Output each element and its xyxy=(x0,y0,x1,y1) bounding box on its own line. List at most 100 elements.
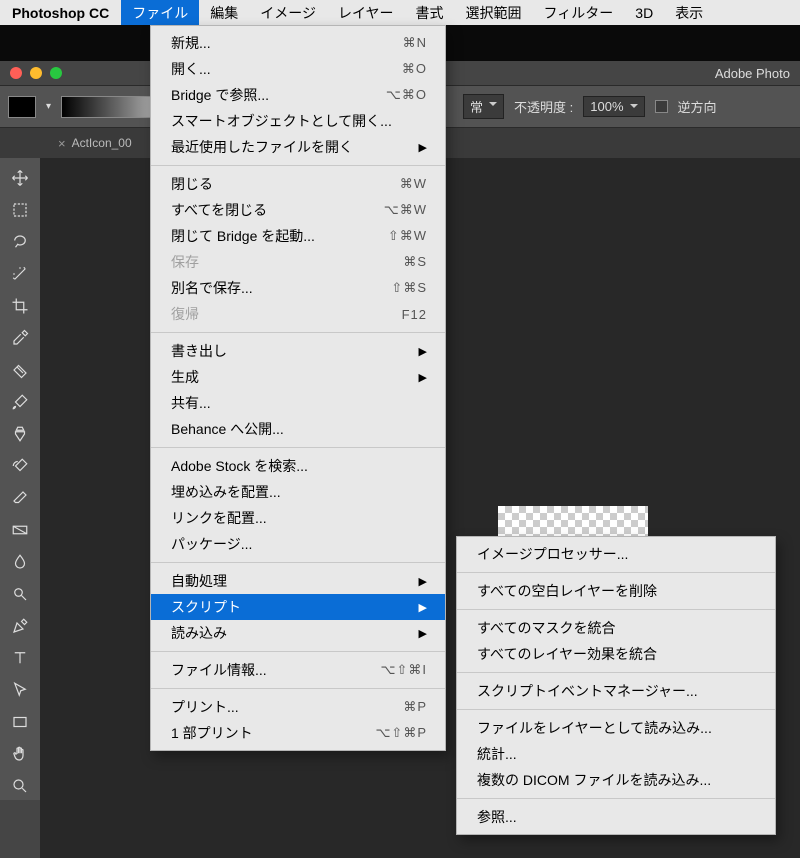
opacity-label: 不透明度 : xyxy=(514,97,573,116)
menu-イメージ[interactable]: イメージ xyxy=(249,0,327,25)
minimize-window-button[interactable] xyxy=(30,67,42,79)
menu-書式[interactable]: 書式 xyxy=(405,0,455,25)
menu-item-label: 閉じて Bridge を起動... xyxy=(171,226,315,246)
menu-shortcut: ⌘S xyxy=(403,254,427,270)
file-menu-item[interactable]: 開く... ⌘O xyxy=(151,56,445,82)
file-menu-item[interactable]: リンクを配置... xyxy=(151,505,445,531)
menu-編集[interactable]: 編集 xyxy=(199,0,249,25)
menu-item-label: スクリプトイベントマネージャー... xyxy=(477,681,698,701)
close-window-button[interactable] xyxy=(10,67,22,79)
menu-item-label: 参照... xyxy=(477,807,517,827)
blend-mode-select[interactable]: 常 xyxy=(463,94,504,119)
spot-heal-tool[interactable] xyxy=(5,356,35,384)
file-menu-item[interactable]: プリント...⌘P xyxy=(151,694,445,720)
file-menu-item[interactable]: 閉じて Bridge を起動... ⇧⌘W xyxy=(151,223,445,249)
dodge-tool[interactable] xyxy=(5,580,35,608)
menu-shortcut: ⌘P xyxy=(403,699,427,715)
file-menu-item[interactable]: 閉じる⌘W xyxy=(151,171,445,197)
menu-item-label: 埋め込みを配置... xyxy=(171,482,281,502)
file-menu-item[interactable]: 共有... xyxy=(151,390,445,416)
close-icon[interactable]: × xyxy=(58,136,66,151)
menu-separator xyxy=(457,609,775,610)
script-menu-item[interactable]: スクリプトイベントマネージャー... xyxy=(457,678,775,704)
file-menu-item[interactable]: 埋め込みを配置... xyxy=(151,479,445,505)
reverse-checkbox[interactable] xyxy=(655,100,668,113)
menu-選択範囲[interactable]: 選択範囲 xyxy=(455,0,533,25)
magic-wand-tool[interactable] xyxy=(5,260,35,288)
marquee-tool[interactable] xyxy=(5,196,35,224)
file-menu-item[interactable]: Adobe Stock を検索... xyxy=(151,453,445,479)
path-select-tool[interactable] xyxy=(5,676,35,704)
file-menu-item[interactable]: スクリプト▶ xyxy=(151,594,445,620)
pen-tool[interactable] xyxy=(5,612,35,640)
menu-表示[interactable]: 表示 xyxy=(664,0,714,25)
zoom-tool[interactable] xyxy=(5,772,35,800)
file-menu-item[interactable]: Behance へ公開... xyxy=(151,416,445,442)
submenu-arrow-icon: ▶ xyxy=(419,141,427,154)
eraser-tool[interactable] xyxy=(5,484,35,512)
maximize-window-button[interactable] xyxy=(50,67,62,79)
file-menu-item[interactable]: すべてを閉じる⌥⌘W xyxy=(151,197,445,223)
script-menu-item[interactable]: ファイルをレイヤーとして読み込み... xyxy=(457,715,775,741)
document-tab-label: ActIcon_00 xyxy=(72,136,132,150)
menu-item-label: 新規... xyxy=(171,33,211,53)
menu-レイヤー[interactable]: レイヤー xyxy=(327,0,405,25)
chevron-down-icon[interactable]: ▾ xyxy=(46,101,51,112)
menu-item-label: リンクを配置... xyxy=(171,508,267,528)
brush-tool[interactable] xyxy=(5,388,35,416)
file-menu-item[interactable]: 自動処理 ▶ xyxy=(151,568,445,594)
rectangle-tool[interactable] xyxy=(5,708,35,736)
gradient-tool[interactable] xyxy=(5,516,35,544)
file-menu-item: 復帰F12 xyxy=(151,301,445,327)
file-menu-item[interactable]: スマートオブジェクトとして開く... xyxy=(151,108,445,134)
menu-フィルター[interactable]: フィルター xyxy=(533,0,625,25)
move-tool[interactable] xyxy=(5,164,35,192)
file-menu-item[interactable]: 新規...⌘N xyxy=(151,30,445,56)
document-tab[interactable]: × ActIcon_00 xyxy=(48,136,142,151)
lasso-tool[interactable] xyxy=(5,228,35,256)
menu-shortcut: ⌘O xyxy=(402,61,427,77)
menu-item-label: 自動処理 xyxy=(171,571,227,591)
file-menu-item[interactable]: 1 部プリント⌥⇧⌘P xyxy=(151,720,445,746)
file-menu-item[interactable]: 別名で保存... ⇧⌘S xyxy=(151,275,445,301)
script-menu-item[interactable]: 複数の DICOM ファイルを読み込み... xyxy=(457,767,775,793)
script-menu-item[interactable]: イメージプロセッサー... xyxy=(457,541,775,567)
submenu-arrow-icon: ▶ xyxy=(419,575,427,588)
script-menu-item[interactable]: すべての空白レイヤーを削除 xyxy=(457,578,775,604)
menu-item-label: 開く... xyxy=(171,59,211,79)
menu-3D[interactable]: 3D xyxy=(624,0,664,25)
script-menu-item[interactable]: すべてのマスクを統合 xyxy=(457,615,775,641)
blur-tool[interactable] xyxy=(5,548,35,576)
file-menu-item[interactable]: 最近使用したファイルを開く▶ xyxy=(151,134,445,160)
file-menu-item: 保存⌘S xyxy=(151,249,445,275)
menu-shortcut: ⇧⌘S xyxy=(391,280,427,296)
eyedropper-tool[interactable] xyxy=(5,324,35,352)
file-menu-item[interactable]: ファイル情報...⌥⇧⌘I xyxy=(151,657,445,683)
type-tool[interactable] xyxy=(5,644,35,672)
menu-shortcut: ⇧⌘W xyxy=(388,228,427,244)
opacity-select[interactable]: 100% xyxy=(583,96,644,117)
menu-bar: Photoshop CC ファイル編集イメージレイヤー書式選択範囲フィルター3D… xyxy=(0,0,800,25)
file-menu-item[interactable]: Bridge で参照...⌥⌘O xyxy=(151,82,445,108)
menu-item-label: 読み込み xyxy=(171,623,227,643)
script-menu-item[interactable]: 参照... xyxy=(457,804,775,830)
foreground-swatch[interactable] xyxy=(8,96,36,118)
submenu-arrow-icon: ▶ xyxy=(419,345,427,358)
menu-ファイル[interactable]: ファイル xyxy=(121,0,199,25)
menu-separator xyxy=(151,562,445,563)
menu-item-label: ファイルをレイヤーとして読み込み... xyxy=(477,718,712,738)
script-menu-item[interactable]: 統計... xyxy=(457,741,775,767)
crop-tool[interactable] xyxy=(5,292,35,320)
file-menu-item[interactable]: 生成▶ xyxy=(151,364,445,390)
file-menu-item[interactable]: 読み込み▶ xyxy=(151,620,445,646)
menu-item-label: 別名で保存... xyxy=(171,278,253,298)
app-name: Photoshop CC xyxy=(0,5,121,21)
menu-separator xyxy=(151,332,445,333)
history-brush-tool[interactable] xyxy=(5,452,35,480)
file-menu-item[interactable]: パッケージ... xyxy=(151,531,445,557)
menu-item-label: 閉じる xyxy=(171,174,213,194)
file-menu-item[interactable]: 書き出し▶ xyxy=(151,338,445,364)
hand-tool[interactable] xyxy=(5,740,35,768)
clone-tool[interactable] xyxy=(5,420,35,448)
script-menu-item[interactable]: すべてのレイヤー効果を統合 xyxy=(457,641,775,667)
